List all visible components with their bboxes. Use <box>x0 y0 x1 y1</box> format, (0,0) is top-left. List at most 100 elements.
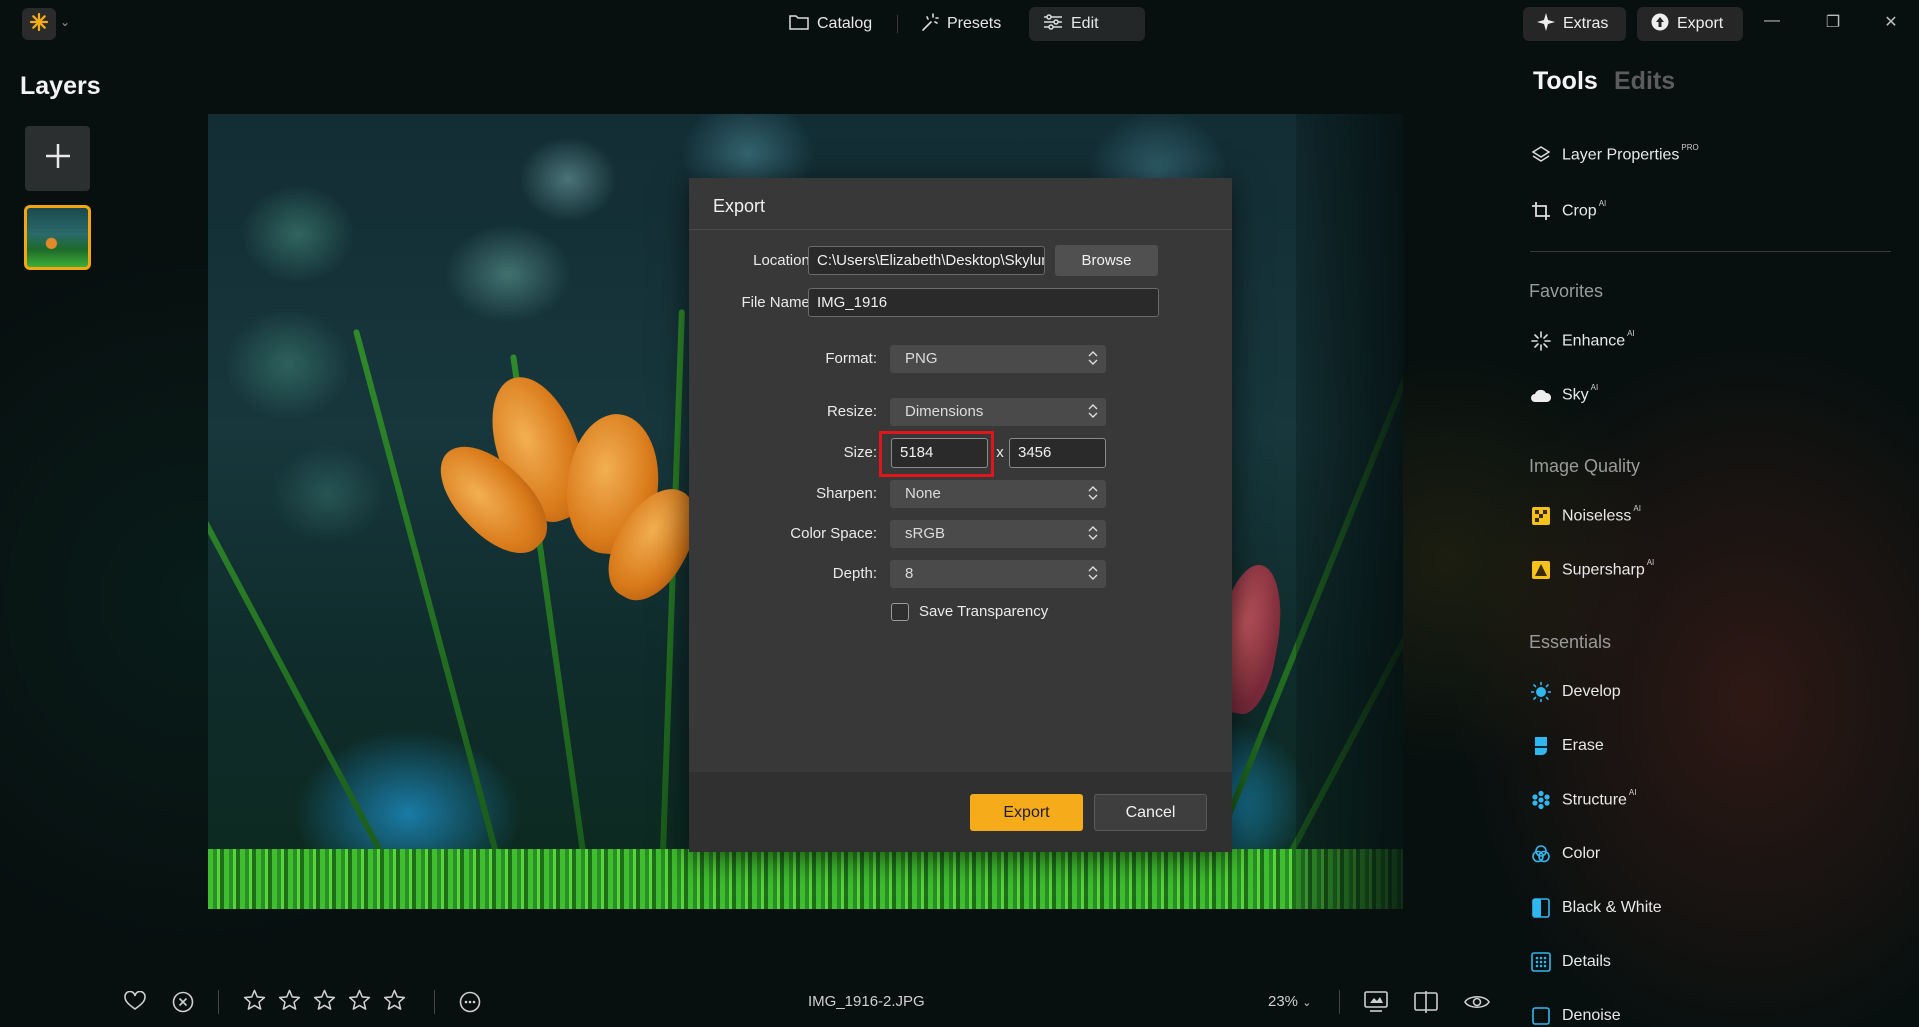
height-field[interactable]: 3456 <box>1009 438 1106 468</box>
location-label: Location: <box>753 252 814 269</box>
more-options-icon[interactable] <box>459 991 481 1017</box>
sharpen-value: None <box>905 485 941 502</box>
tool-label: Denoise <box>1562 1007 1621 1024</box>
star-icon[interactable] <box>313 989 336 1015</box>
noiseless-icon <box>1530 505 1552 527</box>
depth-select[interactable]: 8 <box>890 560 1106 588</box>
reject-icon[interactable] <box>172 991 194 1017</box>
browse-button[interactable]: Browse <box>1055 245 1158 276</box>
crop-icon <box>1530 200 1552 222</box>
tab-edits[interactable]: Edits <box>1614 67 1675 96</box>
export-button[interactable]: Export <box>970 794 1083 831</box>
tool-label: Erase <box>1562 737 1604 754</box>
tool-enhance[interactable]: Enhance AI <box>1530 329 1635 352</box>
enhance-sparkle-icon <box>1530 330 1552 352</box>
layer-thumbnail[interactable] <box>24 205 91 270</box>
rating-stars[interactable] <box>243 989 406 1015</box>
tool-label: Noiseless <box>1562 507 1632 525</box>
ai-badge: AI <box>1590 382 1599 392</box>
tool-supersharp[interactable]: Supersharp AI <box>1530 558 1654 581</box>
resize-label: Resize: <box>826 403 877 420</box>
extras-button[interactable]: Extras <box>1523 7 1626 41</box>
sparkle-wand-icon <box>919 12 939 37</box>
top-bar: ⌄ Catalog Presets Edit Extras Export — ❐… <box>0 0 1919 48</box>
minimize-icon[interactable]: — <box>1760 12 1784 30</box>
export-top-button[interactable]: Export <box>1637 7 1743 41</box>
tab-label: Edit <box>1071 15 1099 32</box>
depth-value: 8 <box>905 565 914 582</box>
nav-divider <box>897 15 898 33</box>
tool-label: Develop <box>1562 683 1621 700</box>
color-circles-icon <box>1530 843 1552 865</box>
tool-label: Black & White <box>1562 899 1662 916</box>
cancel-button[interactable]: Cancel <box>1094 794 1207 831</box>
depth-label: Depth: <box>832 565 877 582</box>
tool-noiseless[interactable]: Noiseless AI <box>1530 504 1641 527</box>
tool-label: Layer Properties <box>1562 146 1680 164</box>
details-grid-icon <box>1530 951 1552 973</box>
format-label: Format: <box>825 350 877 367</box>
dialog-divider <box>689 229 1232 230</box>
updown-chevron-icon <box>1088 349 1098 367</box>
favorite-heart-icon[interactable] <box>124 990 146 1015</box>
tool-label: Sky <box>1562 386 1589 404</box>
sharpen-select[interactable]: None <box>890 480 1106 508</box>
supersharp-icon <box>1530 559 1552 581</box>
add-layer-button[interactable] <box>25 126 90 191</box>
tool-structure[interactable]: Structure AI <box>1530 787 1637 811</box>
tab-tools[interactable]: Tools <box>1533 67 1598 96</box>
tool-layer-properties[interactable]: Layer Properties PRO <box>1530 142 1699 166</box>
app-menu-button[interactable] <box>22 8 56 40</box>
tab-catalog[interactable]: Catalog <box>775 7 886 41</box>
preview-eye-icon[interactable] <box>1464 993 1490 1015</box>
split-view-icon[interactable] <box>1414 991 1438 1017</box>
colorspace-select[interactable]: sRGB <box>890 520 1106 548</box>
restore-icon[interactable]: ❐ <box>1821 12 1845 32</box>
tool-label: Details <box>1562 953 1611 970</box>
tool-details[interactable]: Details <box>1530 951 1611 973</box>
zoom-select[interactable]: 23% ⌄ <box>1268 993 1311 1010</box>
tool-erase[interactable]: Erase <box>1530 735 1604 757</box>
close-icon[interactable]: ✕ <box>1879 12 1903 32</box>
tool-label: Enhance <box>1562 332 1626 350</box>
tab-presets[interactable]: Presets <box>905 7 1015 41</box>
star-icon[interactable] <box>243 989 266 1015</box>
star-icon[interactable] <box>383 989 406 1015</box>
colorspace-label: Color Space: <box>790 525 877 542</box>
plus-icon <box>44 142 72 175</box>
size-label: Size: <box>843 444 877 461</box>
tab-label: Presets <box>947 15 1002 32</box>
filename-label: File Name: <box>741 294 814 311</box>
layers-title: Layers <box>20 72 101 100</box>
save-transparency-checkbox[interactable] <box>891 603 909 621</box>
pro-badge: PRO <box>1681 142 1699 152</box>
eraser-icon <box>1530 735 1552 757</box>
resize-select[interactable]: Dimensions <box>890 398 1106 426</box>
image-filename: IMG_1916-2.JPG <box>808 993 925 1010</box>
width-field[interactable]: 5184 <box>891 438 988 468</box>
filename-field[interactable]: IMG_1916 <box>808 288 1159 317</box>
format-select[interactable]: PNG <box>890 345 1106 373</box>
updown-chevron-icon <box>1088 564 1098 582</box>
chevron-down-icon[interactable]: ⌄ <box>60 15 70 29</box>
denoise-icon <box>1530 1005 1552 1027</box>
tool-crop[interactable]: Crop AI <box>1530 199 1606 222</box>
bottom-divider <box>1339 990 1340 1014</box>
bottom-divider <box>434 990 435 1014</box>
star-icon[interactable] <box>348 989 371 1015</box>
tool-denoise[interactable]: Denoise <box>1530 1005 1621 1027</box>
tool-sky[interactable]: Sky AI <box>1530 382 1599 406</box>
bw-icon <box>1530 897 1552 919</box>
tool-color[interactable]: Color <box>1530 843 1600 865</box>
before-after-compare-icon[interactable] <box>1364 991 1388 1017</box>
ai-badge: AI <box>1628 787 1637 797</box>
tool-develop[interactable]: Develop <box>1530 681 1621 703</box>
tool-black-white[interactable]: Black & White <box>1530 897 1662 919</box>
tool-label: Crop <box>1562 202 1597 220</box>
bottom-divider <box>218 990 219 1014</box>
tool-label: Supersharp <box>1562 561 1645 579</box>
tab-edit[interactable]: Edit <box>1029 7 1145 41</box>
tab-label: Catalog <box>817 15 873 32</box>
location-field[interactable]: C:\Users\Elizabeth\Desktop\Skylum <box>808 246 1045 275</box>
star-icon[interactable] <box>278 989 301 1015</box>
